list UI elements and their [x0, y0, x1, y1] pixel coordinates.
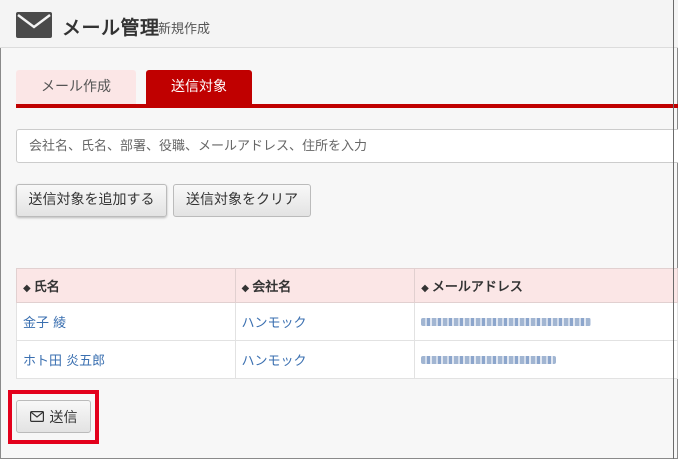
envelope-icon	[29, 411, 44, 422]
sort-icon: ◆	[421, 283, 429, 294]
page-header: メール管理 新規作成	[0, 0, 678, 48]
sort-icon: ◆	[23, 283, 31, 294]
recipient-search-input[interactable]	[16, 129, 678, 163]
send-button-label: 送信	[49, 409, 78, 426]
send-button[interactable]: 送信	[16, 400, 91, 433]
page-title: メール管理	[62, 17, 160, 39]
table-header-row: ◆ 氏名 ◆ 会社名 ◆ メールアドレス	[16, 268, 678, 303]
page-subtitle: 新規作成	[158, 22, 211, 37]
table-row: ホト田 炎五郎 ハンモック	[16, 340, 678, 379]
column-header-company[interactable]: ◆ 会社名	[234, 268, 416, 303]
tab-compose-mail[interactable]: メール作成	[16, 70, 136, 104]
recipients-table: ◆ 氏名 ◆ 会社名 ◆ メールアドレス 金子 綾 ハンモック ホト田 炎五郎 ハンモ…	[16, 268, 678, 379]
window-edge	[673, 0, 674, 459]
sort-icon: ◆	[241, 283, 250, 294]
tab-underline	[16, 104, 678, 108]
recipient-company-link[interactable]: ハンモック	[234, 340, 416, 379]
recipient-name-link[interactable]: 金子 綾	[16, 302, 236, 341]
add-recipients-button[interactable]: 送信対象を追加する	[16, 184, 167, 217]
mail-icon	[16, 12, 52, 38]
recipient-company-link[interactable]: ハンモック	[234, 302, 416, 341]
window-frame	[0, 0, 678, 459]
tab-recipients[interactable]: 送信対象	[146, 70, 252, 104]
table-row: 金子 綾 ハンモック	[16, 302, 678, 341]
recipient-email-redacted	[414, 340, 678, 379]
clear-recipients-button[interactable]: 送信対象をクリア	[173, 184, 311, 217]
column-header-name[interactable]: ◆ 氏名	[16, 268, 236, 303]
recipient-name-link[interactable]: ホト田 炎五郎	[16, 340, 236, 379]
column-header-email[interactable]: ◆ メールアドレス	[414, 268, 678, 303]
recipient-email-redacted	[414, 302, 678, 341]
